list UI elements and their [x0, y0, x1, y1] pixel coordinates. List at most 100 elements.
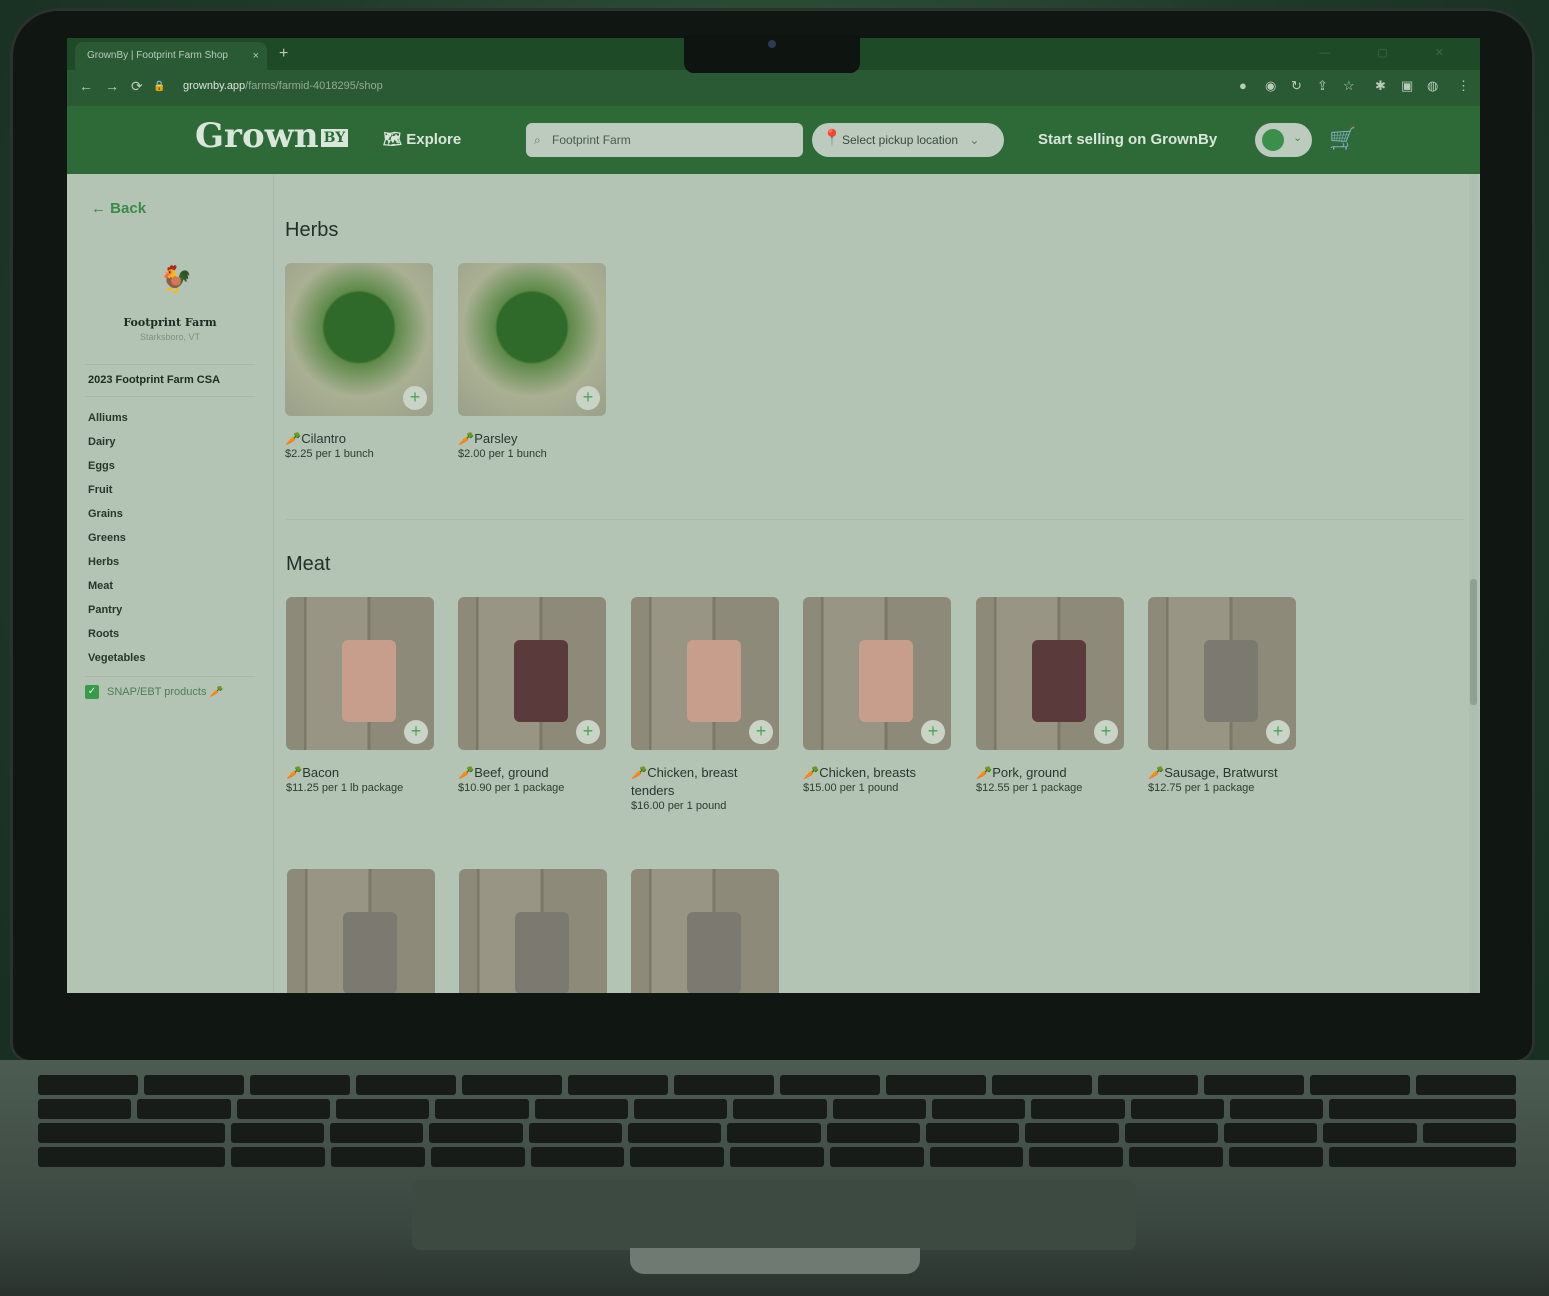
scrollbar-thumb[interactable] [1470, 579, 1477, 705]
extension-icon[interactable]: ● [1239, 78, 1247, 93]
section-title-herbs: Herbs [285, 219, 339, 241]
refresh-extension-icon[interactable]: ↻ [1291, 78, 1302, 94]
pickup-location-select[interactable]: 📍 Select pickup location ⌄ [812, 123, 1004, 157]
product-price: $10.90 per 1 package [458, 782, 565, 794]
add-to-cart-button[interactable]: + [1266, 720, 1290, 744]
product-name: Pork, ground [992, 765, 1067, 780]
product-image[interactable]: + [631, 597, 779, 750]
category-vegetables[interactable]: Vegetables [88, 646, 145, 670]
product-image[interactable]: + [803, 597, 951, 750]
close-tab-icon[interactable]: × [253, 42, 259, 70]
google-icon[interactable]: ◉ [1265, 78, 1276, 94]
product-name: Beef, ground [474, 765, 549, 780]
add-to-cart-button[interactable]: + [576, 720, 600, 744]
product-price: $16.00 per 1 pound [631, 800, 727, 812]
sidepanel-icon[interactable]: ▣ [1401, 78, 1413, 94]
profile-icon[interactable]: ◍ [1427, 78, 1438, 94]
product-name: Cilantro [301, 431, 346, 446]
search-value: Footprint Farm [552, 133, 631, 147]
arrow-left-icon: ← [91, 200, 106, 217]
start-selling-link[interactable]: Start selling on GrownBy [1038, 131, 1217, 148]
product-image[interactable]: + [458, 597, 606, 750]
product-image[interactable] [287, 869, 435, 993]
star-icon[interactable]: ☆ [1343, 78, 1355, 94]
product-card[interactable]: + 🥕Pork, ground $12.55 per 1 package [976, 597, 1126, 794]
url-field[interactable]: grownby.app/farms/farmid-4018295/shop [183, 80, 383, 92]
package-graphic [342, 639, 396, 723]
product-card[interactable]: + 🥕Cilantro $2.25 per 1 bunch [285, 263, 435, 460]
trackpad [412, 1180, 1136, 1250]
back-arrow-icon[interactable]: ← [79, 78, 93, 94]
reload-icon[interactable]: ⟳ [131, 78, 143, 95]
snap-carrot-icon: 🥕 [803, 765, 820, 780]
section-title-meat: Meat [286, 553, 331, 575]
category-meat[interactable]: Meat [88, 574, 145, 598]
product-image[interactable]: + [285, 263, 433, 416]
product-card[interactable] [459, 869, 609, 993]
package-graphic [343, 911, 397, 993]
new-tab-button[interactable]: + [279, 42, 288, 66]
category-greens[interactable]: Greens [88, 526, 145, 550]
location-pin-icon: 📍 [822, 130, 842, 147]
product-name: Sausage, Bratwurst [1164, 765, 1278, 780]
product-name: Parsley [474, 431, 518, 446]
snap-carrot-icon: 🥕 [458, 765, 475, 780]
product-image[interactable] [459, 869, 607, 993]
product-card[interactable]: + 🥕Sausage, Bratwurst $12.75 per 1 packa… [1148, 597, 1298, 794]
logo-by: BY [320, 129, 349, 147]
category-roots[interactable]: Roots [88, 622, 145, 646]
cart-icon[interactable]: 🛒 [1329, 126, 1356, 152]
product-card[interactable]: + 🥕Chicken, breasts $15.00 per 1 pound [803, 597, 953, 794]
category-herbs[interactable]: Herbs [88, 550, 145, 574]
product-card[interactable] [631, 869, 781, 993]
page-scrollbar[interactable] [1469, 174, 1478, 993]
window-controls[interactable]: — ▢ ✕ [1319, 46, 1466, 59]
product-card[interactable]: + 🥕Parsley $2.00 per 1 bunch [458, 263, 608, 460]
category-fruit[interactable]: Fruit [88, 478, 145, 502]
add-to-cart-button[interactable]: + [576, 386, 600, 410]
snap-carrot-icon: 🥕 [1148, 765, 1165, 780]
product-image[interactable]: + [1148, 597, 1296, 750]
kebab-menu-icon[interactable]: ⋮ [1457, 78, 1470, 94]
package-graphic [687, 639, 741, 723]
share-icon[interactable]: ⇪ [1317, 78, 1328, 94]
category-eggs[interactable]: Eggs [88, 454, 145, 478]
product-price: $2.00 per 1 bunch [458, 448, 547, 460]
product-image[interactable]: + [286, 597, 434, 750]
product-card[interactable] [287, 869, 437, 993]
category-pantry[interactable]: Pantry [88, 598, 145, 622]
product-image[interactable] [631, 869, 779, 993]
puzzle-icon[interactable]: ✱ [1375, 78, 1386, 94]
browser-window: GrownBy | Footprint Farm Shop × + — ▢ ✕ … [67, 38, 1480, 993]
add-to-cart-button[interactable]: + [404, 720, 428, 744]
product-card[interactable]: + 🥕Beef, ground $10.90 per 1 package [458, 597, 608, 794]
category-alliums[interactable]: Alliums [88, 406, 145, 430]
back-button[interactable]: ← Back [91, 200, 146, 217]
snap-carrot-icon: 🥕 [458, 431, 475, 446]
csa-link[interactable]: 2023 Footprint Farm CSA [88, 374, 220, 386]
add-to-cart-button[interactable]: + [1094, 720, 1118, 744]
add-to-cart-button[interactable]: + [921, 720, 945, 744]
search-input[interactable]: ⌕ Footprint Farm [526, 123, 803, 157]
add-to-cart-button[interactable]: + [403, 386, 427, 410]
snap-filter-checkbox[interactable]: ✓ SNAP/EBT products 🥕 [85, 685, 224, 700]
category-grains[interactable]: Grains [88, 502, 145, 526]
product-card[interactable]: + 🥕Bacon $11.25 per 1 lb package [286, 597, 436, 794]
chevron-down-icon: ⌄ [969, 133, 980, 147]
product-card[interactable]: + 🥕Chicken, breast tenders $16.00 per 1 … [631, 597, 781, 812]
category-dairy[interactable]: Dairy [88, 430, 145, 454]
package-graphic [515, 911, 569, 993]
explore-link[interactable]: 🗺 Explore [383, 130, 461, 148]
forward-arrow-icon[interactable]: → [105, 78, 119, 94]
add-to-cart-button[interactable]: + [749, 720, 773, 744]
product-image[interactable]: + [458, 263, 606, 416]
account-menu-button[interactable]: ⌄ [1255, 123, 1312, 157]
divider [85, 364, 255, 365]
carrot-icon: 🥕 [209, 686, 224, 698]
farm-name: Footprint Farm [123, 316, 217, 329]
grownby-logo[interactable]: Grown BY [195, 116, 349, 156]
divider [85, 396, 255, 397]
browser-tab[interactable]: GrownBy | Footprint Farm Shop × [75, 42, 267, 70]
product-image[interactable]: + [976, 597, 1124, 750]
pickup-label: Select pickup location [842, 133, 959, 147]
